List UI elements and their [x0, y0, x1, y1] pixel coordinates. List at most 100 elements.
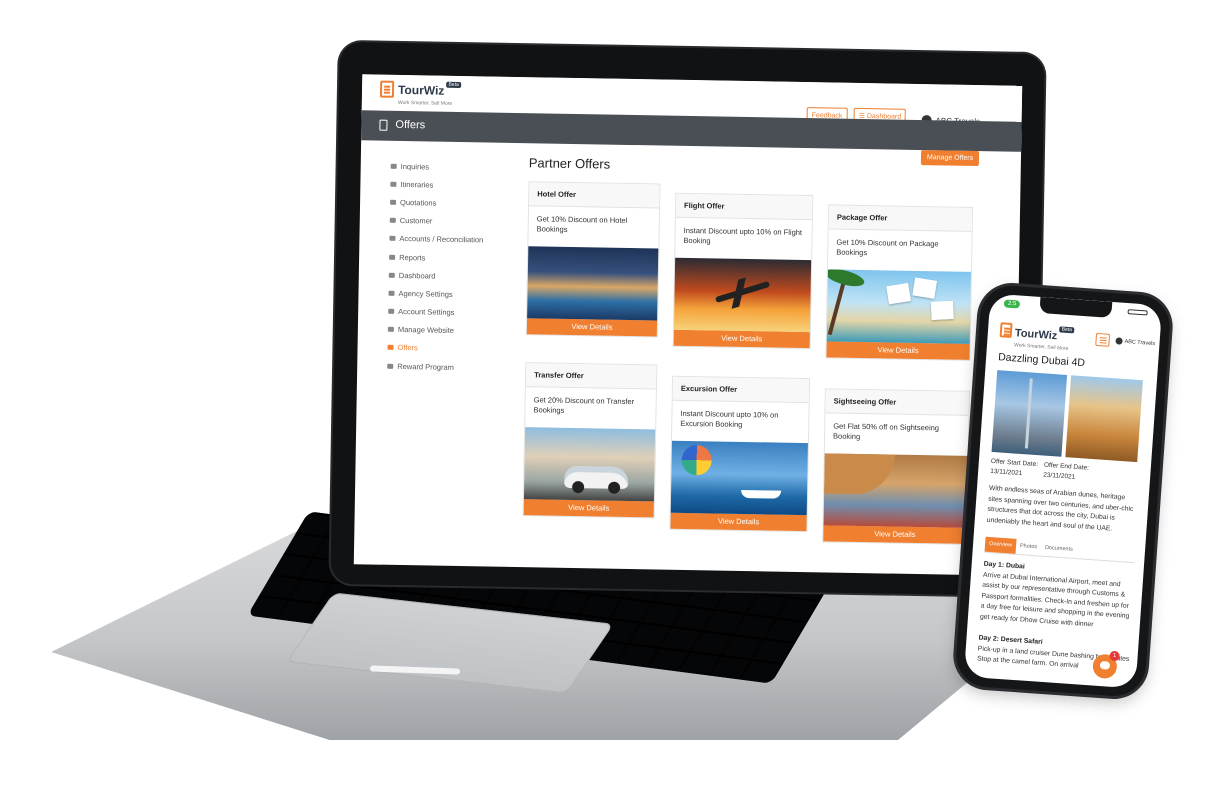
package-title: Dazzling Dubai 4D: [997, 351, 1086, 370]
sidebar-item-dashboard[interactable]: Dashboard: [388, 266, 509, 286]
beta-badge: Beta: [446, 81, 461, 88]
sidebar-item-label: Accounts / Reconciliation: [399, 234, 484, 245]
sidebar-item-offers[interactable]: Offers: [387, 339, 507, 359]
sidebar-item-label: Reports: [399, 252, 426, 262]
user-name: ABC Travels: [1124, 338, 1156, 347]
view-details-button[interactable]: View Details: [673, 329, 810, 349]
airplane-icon: [714, 280, 771, 304]
sidebar-item-inquiries[interactable]: Inquiries: [390, 157, 511, 177]
offer-card-title: Sightseeing Offer: [825, 389, 969, 416]
offer-card-text: Get 10% Discount on Hotel Bookings: [536, 214, 628, 234]
day-text: Arrive at Dubai International Airport, m…: [979, 571, 1130, 629]
sidebar: Inquiries Itineraries Quotations Custome…: [387, 157, 511, 377]
tab-photos[interactable]: Photos: [1015, 539, 1041, 556]
sidebar-item-reports[interactable]: Reports: [389, 248, 509, 268]
offer-card-sightseeing: Sightseeing Offer Get Flat 50% off on Si…: [822, 388, 970, 545]
hotel-pool-image: [527, 246, 659, 321]
inquiries-icon: [390, 163, 397, 169]
user-icon: [1115, 337, 1123, 345]
offer-card-package: Package Offer Get 10% Discount on Packag…: [825, 204, 974, 361]
manage-offers-button[interactable]: Manage Offers: [920, 150, 980, 167]
view-details-button[interactable]: View Details: [526, 318, 658, 337]
phone-device: 2:5 TourWiz Beta Work Smarter, Sell More …: [954, 283, 1172, 699]
tab-overview[interactable]: Overview: [984, 536, 1017, 554]
brand-name: TourWiz: [1014, 327, 1058, 343]
menu-icon[interactable]: [1095, 332, 1111, 347]
sidebar-item-quotations[interactable]: Quotations: [390, 193, 510, 213]
offer-card-title: Package Offer: [828, 205, 973, 232]
agency-settings-icon: [388, 290, 395, 296]
phone-notch: [1039, 296, 1113, 318]
accounts-icon: [389, 236, 396, 242]
sidebar-item-reward-program[interactable]: Reward Program: [387, 357, 507, 377]
photo-print: [886, 283, 911, 305]
sidebar-item-label: Reward Program: [397, 361, 454, 372]
sidebar-item-label: Customer: [399, 216, 433, 226]
sidebar-item-label: Itineraries: [400, 179, 434, 190]
hat-icon: [824, 453, 895, 495]
tourwiz-logo-icon: [999, 322, 1013, 339]
itinerary-day-1: Day 1: Dubai Arrive at Dubai Internation…: [980, 560, 1136, 634]
page-header-title: Offers: [395, 118, 426, 132]
sidebar-item-label: Agency Settings: [398, 288, 453, 299]
traveler-city-image: [823, 453, 968, 528]
tourwiz-logo-icon: [379, 80, 395, 98]
sidebar-item-agency-settings[interactable]: Agency Settings: [388, 284, 508, 304]
airplane-image: [673, 257, 812, 333]
parasailing-image: [670, 440, 808, 516]
view-details-button[interactable]: View Details: [670, 512, 807, 532]
burj-khalifa-image: [991, 370, 1068, 457]
sidebar-item-itineraries[interactable]: Itineraries: [390, 175, 510, 195]
sidebar-item-label: Inquiries: [400, 161, 430, 172]
beach-collage-image: [826, 269, 971, 344]
customer-icon: [389, 217, 396, 224]
offer-start: Offer Start Date: 13/11/2021: [990, 457, 1038, 480]
page-title: Partner Offers: [528, 155, 611, 172]
sidebar-item-account-settings[interactable]: Account Settings: [388, 302, 508, 322]
battery-icon: [1127, 309, 1148, 316]
offer-card-excursion: Excursion Offer Instant Discount upto 10…: [669, 375, 811, 533]
photo-print: [912, 277, 937, 299]
car-coast-image: [523, 427, 656, 502]
offer-card-text: Get Flat 50% off on Sightseeing Booking: [833, 421, 940, 442]
view-details-button[interactable]: View Details: [826, 341, 970, 360]
document-icon: [379, 119, 388, 131]
photo-print: [930, 300, 954, 320]
offer-card-text: Get 20% Discount on Transfer Bookings: [533, 395, 635, 415]
quotations-icon: [390, 199, 397, 205]
offers-icon: [387, 345, 394, 351]
offer-card-title: Hotel Offer: [529, 182, 660, 209]
beta-badge: Beta: [1059, 326, 1075, 334]
detail-tabs: Overview Photos Documents: [984, 536, 1136, 564]
phone-user-menu[interactable]: ABC Travels: [1115, 337, 1155, 347]
sidebar-item-label: Quotations: [400, 197, 437, 208]
sidebar-item-label: Dashboard: [398, 270, 436, 281]
itineraries-icon: [390, 181, 397, 187]
sidebar-item-customer[interactable]: Customer: [389, 211, 510, 231]
parachute-icon: [681, 444, 712, 476]
offer-card-text: Get 10% Discount on Package Bookings: [836, 237, 939, 258]
offer-end: Offer End Date: 23/11/2021: [1043, 461, 1089, 484]
status-time: 2:5: [1003, 299, 1021, 309]
brand-tagline: Work Smarter, Sell More: [1013, 342, 1069, 353]
view-details-button[interactable]: View Details: [523, 499, 654, 518]
brand-logo[interactable]: TourWiz Beta Work Smarter, Sell More: [379, 80, 461, 107]
package-description: With endless seas of Arabian dunes, heri…: [986, 484, 1134, 533]
offer-card-text: Instant Discount upto 10% on Excursion B…: [680, 408, 779, 429]
sidebar-item-manage-website[interactable]: Manage Website: [387, 320, 508, 340]
sidebar-item-label: Offers: [397, 343, 418, 353]
offer-card-text: Instant Discount upto 10% on Flight Book…: [683, 225, 803, 246]
sidebar-item-accounts[interactable]: Accounts / Reconciliation: [389, 230, 509, 250]
tab-documents[interactable]: Documents: [1040, 541, 1077, 558]
car-icon: [564, 465, 629, 489]
reward-icon: [387, 363, 394, 369]
website-icon: [387, 327, 394, 333]
phone-brand-logo[interactable]: TourWiz Beta Work Smarter, Sell More: [999, 322, 1075, 353]
laptop-screen: TourWiz Beta Work Smarter, Sell More Feed…: [353, 74, 1023, 576]
brand-name: TourWiz: [397, 82, 445, 98]
sidebar-item-label: Manage Website: [397, 325, 455, 336]
reports-icon: [389, 254, 396, 260]
view-details-button[interactable]: View Details: [823, 525, 967, 544]
offer-card-title: Transfer Offer: [525, 363, 657, 390]
offer-card-hotel: Hotel Offer Get 10% Discount on Hotel Bo…: [525, 181, 661, 338]
